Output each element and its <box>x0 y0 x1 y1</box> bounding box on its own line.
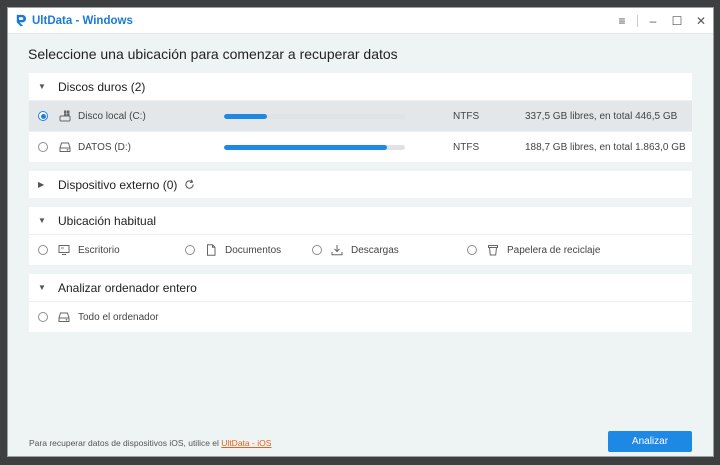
whole-computer-row[interactable]: Todo el ordenador <box>29 301 692 332</box>
ultdata-logo-icon <box>16 14 27 27</box>
drive-c-usage-fill <box>224 113 268 119</box>
documents-label[interactable]: Documentos <box>225 245 281 256</box>
hard-drive-icon <box>58 312 70 322</box>
drive-d-fs: NTFS <box>453 141 480 153</box>
windows-drive-icon <box>59 110 71 122</box>
common-locations-panel: ▼ Ubicación habitual Escritorio Document… <box>29 207 692 265</box>
desktop-label[interactable]: Escritorio <box>78 245 120 256</box>
whole-computer-label: Todo el ordenador <box>78 311 159 323</box>
document-icon <box>207 244 216 256</box>
downloads-label[interactable]: Descargas <box>351 245 399 256</box>
desktop-radio[interactable] <box>38 245 48 255</box>
minimize-button[interactable]: – <box>641 8 665 33</box>
expand-triangle-icon: ▶ <box>38 180 45 189</box>
menu-icon[interactable]: ≡ <box>610 8 634 33</box>
app-window: UltData - Windows ≡ – ☐ ✕ Seleccione una… <box>7 7 714 457</box>
drive-row-c[interactable]: Disco local (C:) NTFS 337,5 GB libres, e… <box>29 100 692 131</box>
hard-drives-label: Discos duros (2) <box>58 79 146 94</box>
scan-whole-computer-panel: ▼ Analizar ordenador entero Todo el orde… <box>29 274 692 332</box>
documents-radio[interactable] <box>185 245 195 255</box>
window-title: UltData - Windows <box>32 14 133 27</box>
collapse-triangle-icon: ▼ <box>38 283 46 292</box>
drive-d-info: 188,7 GB libres, en total 1.863,0 GB <box>525 141 686 153</box>
drive-c-info: 337,5 GB libres, en total 446,5 GB <box>525 110 678 122</box>
drive-d-usage-fill <box>224 144 387 150</box>
ultdata-ios-link[interactable]: UltData - iOS <box>221 438 271 448</box>
title-bar: UltData - Windows ≡ – ☐ ✕ <box>8 8 713 34</box>
common-locations-row: Escritorio Documentos Descargas Papelera… <box>29 234 692 265</box>
desktop-icon <box>58 245 70 255</box>
recycle-bin-radio[interactable] <box>467 245 477 255</box>
whole-computer-radio[interactable] <box>38 312 48 322</box>
recycle-bin-label[interactable]: Papelera de reciclaje <box>507 245 600 256</box>
collapse-triangle-icon: ▼ <box>38 216 46 225</box>
trash-icon <box>488 245 498 256</box>
common-locations-header[interactable]: ▼ Ubicación habitual <box>29 207 692 234</box>
title-separator <box>637 14 638 27</box>
ios-recovery-note: Para recuperar datos de dispositivos iOS… <box>29 438 271 448</box>
close-button[interactable]: ✕ <box>689 8 713 33</box>
drive-c-fs: NTFS <box>453 110 480 122</box>
download-icon <box>331 245 343 256</box>
drive-c-name: Disco local (C:) <box>78 110 146 122</box>
scan-whole-computer-label: Analizar ordenador entero <box>58 280 197 295</box>
downloads-radio[interactable] <box>312 245 322 255</box>
hard-drives-panel: ▼ Discos duros (2) Disco local (C:) NTFS… <box>29 73 692 162</box>
drive-row-d[interactable]: DATOS (D:) NTFS 188,7 GB libres, en tota… <box>29 131 692 162</box>
drive-d-usage-bar <box>224 144 405 150</box>
analyze-button[interactable]: Analizar <box>608 431 692 452</box>
hard-drives-header[interactable]: ▼ Discos duros (2) <box>29 73 692 100</box>
drive-c-radio[interactable] <box>38 111 48 121</box>
ios-note-text: Para recuperar datos de dispositivos iOS… <box>29 438 222 448</box>
hard-drive-icon <box>59 142 71 152</box>
common-locations-label: Ubicación habitual <box>58 213 157 228</box>
refresh-icon[interactable] <box>184 179 195 190</box>
external-device-label: Dispositivo externo (0) <box>58 177 178 192</box>
scan-whole-computer-header[interactable]: ▼ Analizar ordenador entero <box>29 274 692 301</box>
collapse-triangle-icon: ▼ <box>38 82 46 91</box>
drive-d-name: DATOS (D:) <box>78 141 131 153</box>
page-title: Seleccione una ubicación para comenzar a… <box>28 46 398 62</box>
drive-c-usage-bar <box>224 113 405 119</box>
maximize-button[interactable]: ☐ <box>665 8 689 33</box>
drive-d-radio[interactable] <box>38 142 48 152</box>
external-device-panel: ▶ Dispositivo externo (0) <box>29 171 692 198</box>
external-device-header[interactable]: ▶ Dispositivo externo (0) <box>29 171 692 198</box>
